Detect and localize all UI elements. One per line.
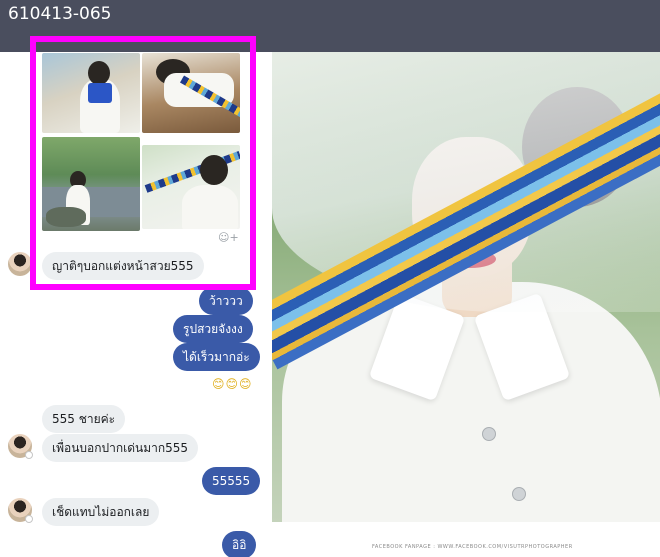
main-photo[interactable]: FACEBOOK FANPAGE : WWW.FACEBOOK.COM/VISU… (272, 52, 660, 557)
message-bubble: อิอิ (222, 531, 257, 557)
shirt-button-shape (482, 427, 496, 441)
emoji-message: 😊😊😊 (212, 377, 253, 391)
message-bubble: เช็ดแทบไม่ออกเลย (42, 498, 160, 526)
photo-caption-strip (272, 522, 660, 557)
seen-indicator-icon (25, 451, 33, 459)
message-bubble: ได้เร็วมากอ่ะ (173, 343, 260, 371)
message-bubble: เพื่อนบอกปากเด่นมาก555 (42, 434, 199, 462)
message-bubble: ว้าววว (199, 287, 253, 315)
highlight-frame (30, 36, 256, 290)
shirt-button-shape (512, 487, 526, 501)
window-title: 610413-065 (8, 4, 112, 24)
seen-indicator-icon (25, 515, 33, 523)
message-bubble: 55555 (202, 467, 261, 495)
photo-watermark: FACEBOOK FANPAGE : WWW.FACEBOOK.COM/VISU… (372, 544, 573, 550)
contact-avatar[interactable] (8, 252, 32, 276)
message-bubble: 555 ชายค่ะ (42, 405, 126, 433)
message-bubble: รูปสวยจังงง (173, 315, 253, 343)
